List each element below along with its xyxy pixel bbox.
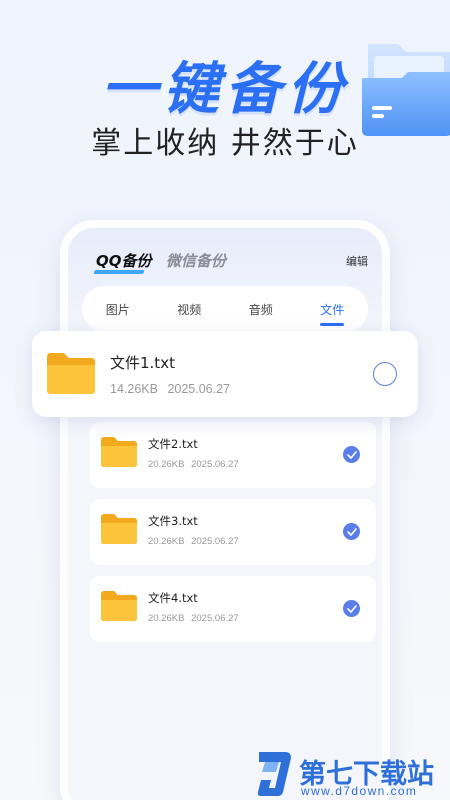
- segment-files[interactable]: 文件: [310, 301, 354, 326]
- tab-active-underline: [93, 270, 145, 274]
- file-date: 2025.06.27: [191, 536, 239, 547]
- file-size: 20.26KB: [148, 459, 185, 470]
- radio-empty-icon[interactable]: [373, 362, 397, 386]
- folder-icon: [101, 591, 137, 621]
- segment-audio[interactable]: 音频: [239, 301, 283, 318]
- folder-decoration-icon: [362, 44, 450, 136]
- file-date: 2025.06.27: [191, 459, 239, 470]
- check-circle-icon[interactable]: [343, 446, 360, 463]
- tab-label: QQ备份: [96, 252, 152, 270]
- file-name: 文件3.txt: [148, 514, 198, 528]
- tab-label: 微信备份: [166, 252, 227, 270]
- file-meta: 14.26KB 2025.06.27: [110, 382, 230, 396]
- check-circle-icon[interactable]: [343, 523, 360, 540]
- file-size: 14.26KB: [110, 382, 158, 396]
- segment-images[interactable]: 图片: [96, 301, 140, 318]
- file-name: 文件1.txt: [110, 354, 175, 372]
- file-date: 2025.06.27: [191, 613, 239, 624]
- phone-frame: QQ备份 微信备份 编辑 图片 视频 音频 文件 文件2.txt 20.26KB…: [60, 220, 390, 800]
- file-size: 20.26KB: [148, 536, 185, 547]
- file-meta: 20.26KB 2025.06.27: [148, 459, 239, 470]
- watermark: 第七下载站 www.d7down.com: [255, 748, 450, 800]
- file-name: 文件4.txt: [148, 591, 198, 605]
- file-meta: 20.26KB 2025.06.27: [148, 536, 239, 547]
- file-list-item[interactable]: 文件3.txt 20.26KB 2025.06.27: [90, 499, 376, 565]
- segment-videos[interactable]: 视频: [167, 301, 211, 318]
- tab-qq-backup[interactable]: QQ备份: [93, 250, 152, 274]
- file-list-item-highlighted[interactable]: 文件1.txt 14.26KB 2025.06.27: [32, 331, 418, 417]
- check-circle-icon[interactable]: [343, 600, 360, 617]
- folder-icon: [101, 514, 137, 544]
- watermark-url: www.d7down.com: [301, 784, 418, 798]
- folder-icon: [47, 353, 95, 394]
- file-list-item[interactable]: 文件4.txt 20.26KB 2025.06.27: [90, 576, 376, 642]
- category-segment: 图片 视频 音频 文件: [82, 286, 368, 332]
- folder-icon: [101, 437, 137, 467]
- brand-logo-icon: [257, 752, 291, 796]
- file-meta: 20.26KB 2025.06.27: [148, 613, 239, 624]
- edit-button[interactable]: 编辑: [346, 253, 368, 269]
- file-list-item[interactable]: 文件2.txt 20.26KB 2025.06.27: [90, 422, 376, 488]
- tab-wechat-backup[interactable]: 微信备份: [166, 250, 226, 271]
- file-date: 2025.06.27: [167, 382, 231, 396]
- file-size: 20.26KB: [148, 613, 185, 624]
- file-name: 文件2.txt: [148, 437, 198, 451]
